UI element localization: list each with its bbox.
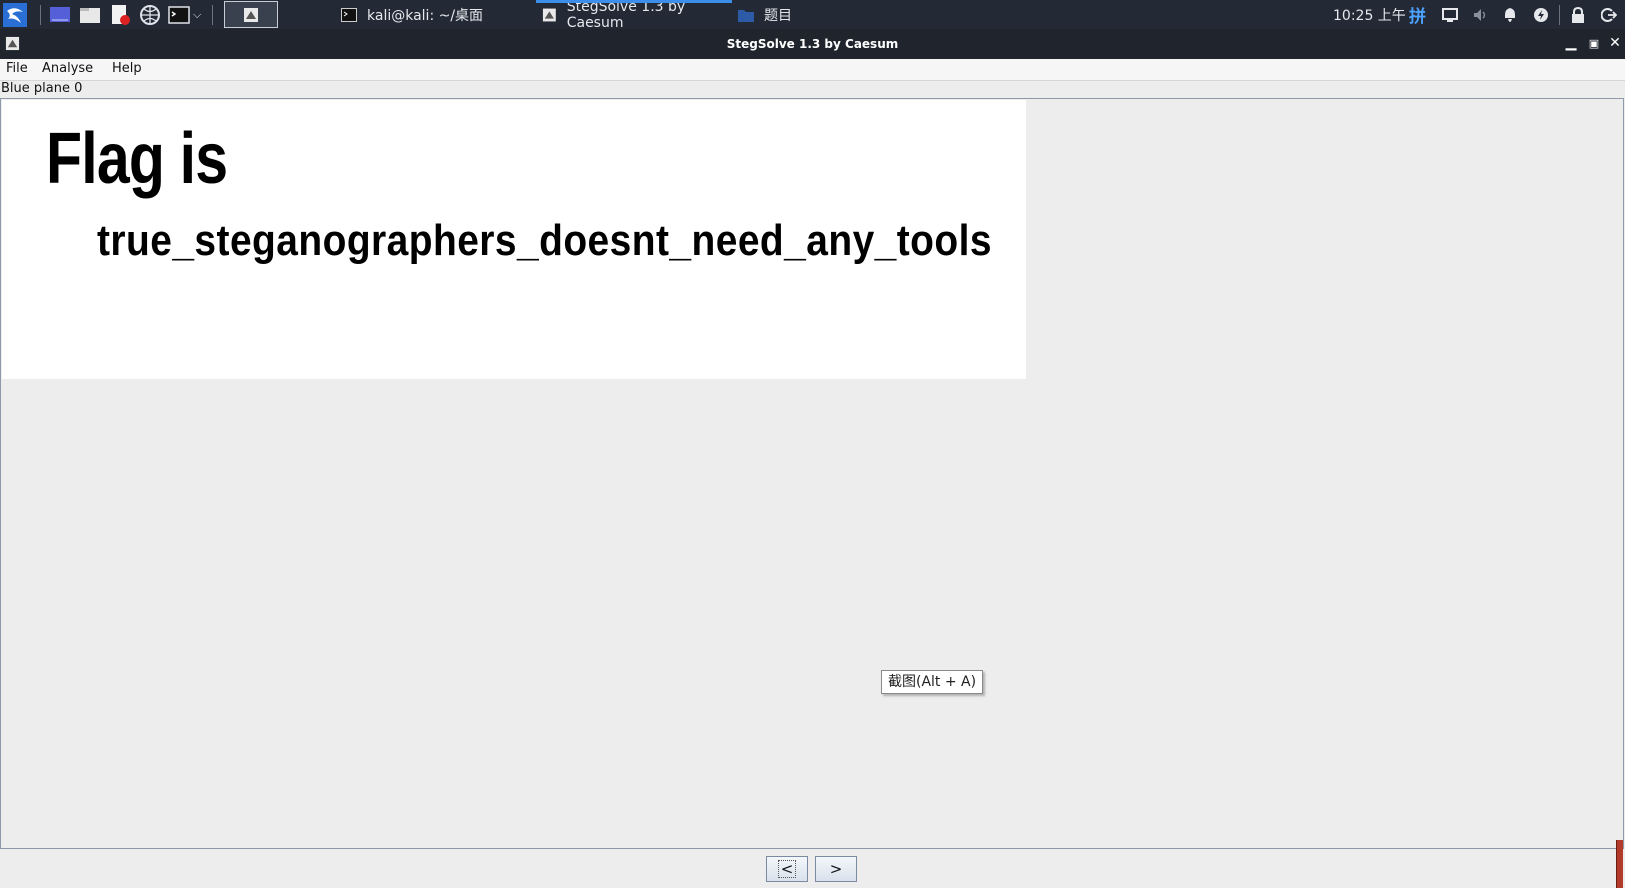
notifications-button[interactable] xyxy=(1503,0,1517,29)
input-method-indicator[interactable]: 拼 xyxy=(1409,0,1426,29)
maximize-button[interactable]: ▣ xyxy=(1585,34,1603,52)
image-canvas: Flag is true_steganographers_doesnt_need… xyxy=(2,100,1026,379)
file-manager-launcher[interactable] xyxy=(79,0,101,29)
terminal-icon xyxy=(341,7,357,22)
task-folder[interactable]: 题目 xyxy=(738,0,838,29)
task-label: kali@kali: ~/桌面 xyxy=(367,7,484,24)
image-viewer[interactable]: Flag is true_steganographers_doesnt_need… xyxy=(0,98,1624,849)
power-icon xyxy=(1534,7,1548,22)
file-manager-icon xyxy=(80,7,100,23)
plane-label: Blue plane 0 xyxy=(1,81,83,96)
menu-analyse[interactable]: Analyse xyxy=(42,61,93,76)
image-flag-text: true_steganographers_doesnt_need_any_too… xyxy=(97,216,993,265)
previous-plane-button[interactable]: < xyxy=(766,856,808,882)
show-desktop-button[interactable] xyxy=(49,0,71,29)
volume-icon xyxy=(1474,8,1486,21)
menu-help[interactable]: Help xyxy=(112,61,142,76)
window-titlebar[interactable]: StegSolve 1.3 by Caesum ▁ ▣ ✕ xyxy=(0,29,1625,59)
close-icon: ✕ xyxy=(1609,35,1621,51)
menubar: File Analyse Help xyxy=(0,59,1625,81)
web-browser-launcher[interactable] xyxy=(139,0,161,29)
lock-screen-button[interactable] xyxy=(1571,0,1585,29)
logout-icon xyxy=(1601,7,1617,22)
bell-icon xyxy=(1505,7,1515,22)
next-plane-button[interactable]: > xyxy=(815,856,857,882)
close-button[interactable]: ✕ xyxy=(1606,34,1624,52)
chevron-down-icon: ⌵ xyxy=(193,7,202,21)
resize-grip[interactable] xyxy=(1616,840,1623,888)
stegsolve-icon xyxy=(244,7,258,22)
next-plane-label: > xyxy=(829,860,843,878)
task-stegsolve[interactable]: StegSolve 1.3 by Caesum xyxy=(536,0,732,31)
previous-plane-label: < xyxy=(777,860,797,878)
display-button[interactable] xyxy=(1442,0,1458,29)
stegsolve-icon xyxy=(542,8,556,21)
kali-menu-button[interactable] xyxy=(2,0,28,29)
image-heading-text: Flag is xyxy=(46,119,228,199)
text-editor-icon xyxy=(112,4,130,25)
window-title: StegSolve 1.3 by Caesum xyxy=(726,37,899,51)
workspace-switcher[interactable] xyxy=(224,1,278,28)
task-label: 题目 xyxy=(764,7,792,24)
maximize-icon: ▣ xyxy=(1588,36,1600,50)
minimize-button[interactable]: ▁ xyxy=(1562,34,1580,52)
folder-icon xyxy=(738,9,754,22)
volume-button[interactable] xyxy=(1473,0,1489,29)
power-manager-button[interactable] xyxy=(1533,0,1549,29)
clock[interactable]: 10:25 上午 xyxy=(1333,0,1406,29)
kali-menu-icon xyxy=(3,2,27,27)
screenshot-tooltip: 截图(Alt + A) xyxy=(881,670,984,694)
web-browser-icon xyxy=(140,4,160,25)
terminal-icon xyxy=(168,5,190,24)
monitor-icon xyxy=(1442,7,1458,22)
lock-icon xyxy=(1572,6,1584,23)
menu-file[interactable]: File xyxy=(6,61,28,76)
text-editor-launcher[interactable] xyxy=(110,0,130,29)
taskbar: ⌵ kali@kali: ~/桌面 StegSolve 1.3 by Caesu… xyxy=(0,0,1625,31)
minimize-icon: ▁ xyxy=(1565,35,1577,51)
task-label: StegSolve 1.3 by Caesum xyxy=(566,0,686,31)
terminal-dropdown[interactable]: ⌵ xyxy=(193,0,201,29)
task-terminal[interactable]: kali@kali: ~/桌面 xyxy=(341,0,534,29)
logout-button[interactable] xyxy=(1601,0,1617,29)
desktop-icon xyxy=(50,6,70,22)
terminal-launcher[interactable] xyxy=(168,0,190,29)
